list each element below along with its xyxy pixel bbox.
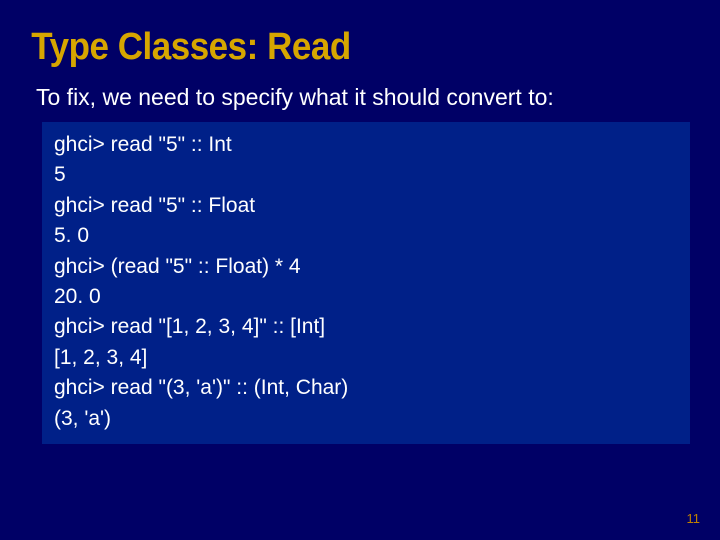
code-line: 5 <box>54 160 678 190</box>
page-number: 11 <box>687 511 701 526</box>
slide-title: Type Classes: Read <box>0 0 662 83</box>
code-line: ghci> read "(3, 'a')" :: (Int, Char) <box>54 373 678 403</box>
code-line: (3, 'a') <box>54 404 678 434</box>
slide-body-text: To fix, we need to specify what it shoul… <box>0 83 720 118</box>
code-line: ghci> read "[1, 2, 3, 4]" :: [Int] <box>54 312 678 342</box>
code-line: 5. 0 <box>54 221 678 251</box>
code-block: ghci> read "5" :: Int 5 ghci> read "5" :… <box>42 122 690 444</box>
code-line: ghci> read "5" :: Int <box>54 130 678 160</box>
code-line: [1, 2, 3, 4] <box>54 343 678 373</box>
code-line: ghci> (read "5" :: Float) * 4 <box>54 252 678 282</box>
code-line: ghci> read "5" :: Float <box>54 191 678 221</box>
code-line: 20. 0 <box>54 282 678 312</box>
